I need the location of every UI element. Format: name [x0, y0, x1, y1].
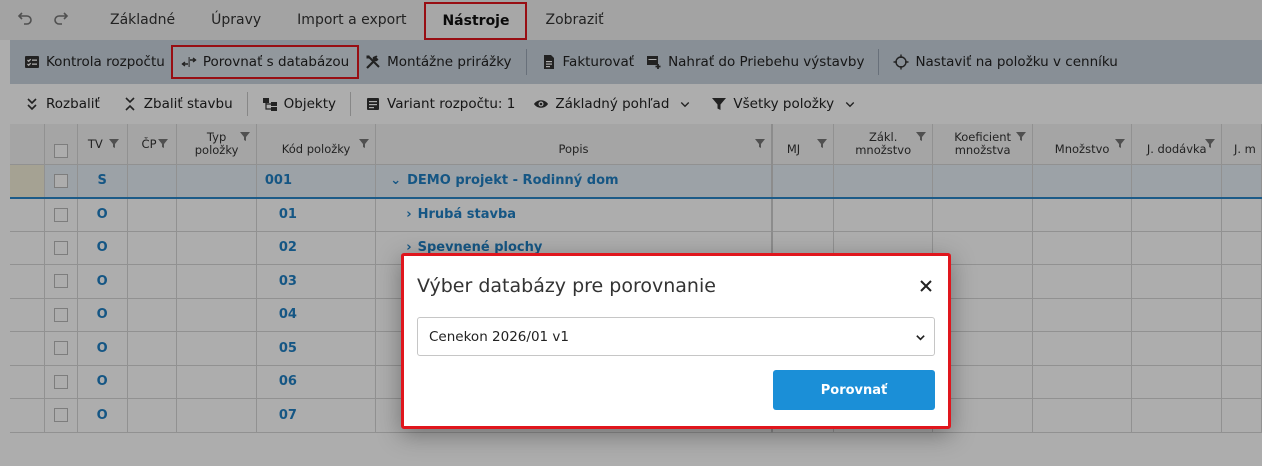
compare-database-dialog: Výber databázy pre porovnanie Cenekon 20… — [401, 253, 951, 429]
close-icon[interactable] — [918, 278, 934, 294]
chevron-down-icon — [916, 335, 925, 341]
dialog-title: Výber databázy pre porovnanie — [417, 275, 716, 297]
porovnat-button[interactable]: Porovnať — [773, 370, 935, 410]
database-select[interactable]: Cenekon 2026/01 v1 — [417, 317, 935, 356]
database-select-value: Cenekon 2026/01 v1 — [429, 328, 569, 345]
